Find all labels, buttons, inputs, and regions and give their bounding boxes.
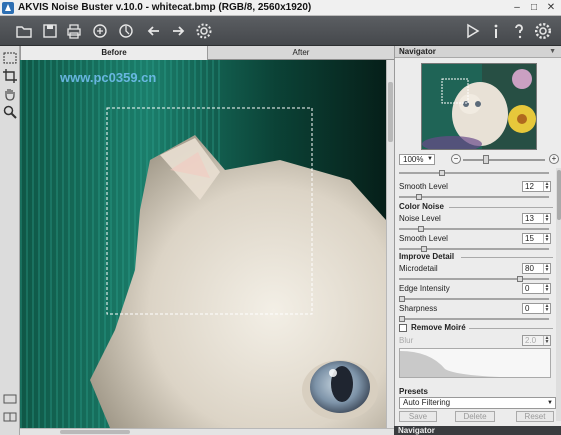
settings-scroll-area: Smooth Level 12 ▲ ▼ Color Noise Noise Leve… [395,168,556,421]
improve-detail-group: Improve Detail [399,252,553,262]
blur-field[interactable]: 2.0 ▲ ▼ [522,335,551,346]
noise-level-slider[interactable] [399,170,549,176]
batch-icon[interactable] [116,21,136,41]
image-canvas[interactable]: www.pc0359.cn [20,60,386,428]
delete-preset-button[interactable]: Delete [455,411,495,422]
print-icon[interactable] [64,21,84,41]
view-split-icon[interactable] [2,409,18,425]
edge-intensity-label: Edge Intensity [399,284,450,293]
tab-after[interactable]: After [208,46,394,60]
edge-intensity-slider[interactable] [399,296,549,302]
tab-before[interactable]: Before [20,46,208,60]
run-icon[interactable] [462,21,482,41]
minimize-button[interactable]: – [511,2,523,14]
share-icon[interactable] [90,21,110,41]
close-button[interactable]: ✕ [545,2,557,14]
sharpness-slider[interactable] [399,316,549,322]
smooth-level-label: Smooth Level [399,182,448,191]
maximize-button[interactable]: □ [528,2,540,14]
hand-tool-icon[interactable] [2,86,18,102]
bottom-panel-header: Navigator [394,426,561,435]
zoom-slider[interactable] [463,159,545,161]
presets-title: Presets [399,387,428,396]
info-icon[interactable] [486,21,506,41]
blur-label: Blur [399,336,414,345]
zoom-controls: 100% ▼ − + [399,154,559,166]
remove-moire-group: Remove Moiré [411,323,553,333]
color-smooth-level-label: Smooth Level [399,234,448,243]
save-preset-button[interactable]: Save [399,411,437,422]
smooth-level-field[interactable]: 12 ▲ ▼ [522,181,551,192]
settings-gear-icon[interactable] [194,21,214,41]
zoom-in-button[interactable]: + [549,154,559,164]
window-title: AKVIS Noise Buster v.10.0 - whitecat.bmp… [18,2,312,13]
selection-tool-icon[interactable] [2,50,18,66]
view-single-icon[interactable] [2,391,18,407]
collapse-arrow-icon[interactable]: ▼ [549,46,556,58]
panel-scrollbar[interactable] [556,168,561,421]
canvas-horizontal-scrollbar[interactable] [20,428,394,435]
zoom-tool-icon[interactable] [2,104,18,120]
reset-preset-button[interactable]: Reset [516,411,554,422]
save-icon[interactable] [40,21,60,41]
open-icon[interactable] [14,21,34,41]
watermark-text: www.pc0359.cn [59,70,156,85]
sharpness-label: Sharpness [399,304,438,313]
color-noise-group: Color Noise [399,202,553,212]
blur-curve-graph [399,348,551,378]
before-after-tabs: Before After [20,46,394,60]
settings-panel: Navigator ▼ 100% ▼ − + Smooth Level 12 ▲… [394,46,561,435]
zoom-select[interactable]: 100% ▼ [399,154,435,165]
tool-column [0,46,20,435]
crop-tool-icon[interactable] [2,68,18,84]
app-logo-icon [2,2,14,14]
undo-icon[interactable] [144,21,164,41]
zoom-slider-knob[interactable] [483,155,489,164]
smooth-level-slider[interactable] [399,194,549,200]
edge-intensity-field[interactable]: 0 ▲ ▼ [522,283,551,294]
color-noise-level-slider[interactable] [399,226,549,232]
color-smooth-level-field[interactable]: 15 ▲ ▼ [522,233,551,244]
zoom-out-button[interactable]: − [451,154,461,164]
main-toolbar [0,16,561,46]
noise-level-field[interactable]: 13 ▲ ▼ [522,213,551,224]
navigator-header: Navigator ▼ [395,46,561,58]
preferences-icon[interactable] [533,21,553,41]
redo-icon[interactable] [168,21,188,41]
microdetail-label: Microdetail [399,264,438,273]
navigator-preview[interactable] [421,63,537,150]
cat-photo: www.pc0359.cn [20,60,386,428]
remove-moire-checkbox[interactable] [399,324,407,332]
microdetail-slider[interactable] [399,276,549,282]
microdetail-field[interactable]: 80 ▲ ▼ [522,263,551,274]
presets-select[interactable]: Auto Filtering ▼ [399,397,556,409]
help-icon[interactable] [509,21,529,41]
sharpness-field[interactable]: 0 ▲ ▼ [522,303,551,314]
title-bar: AKVIS Noise Buster v.10.0 - whitecat.bmp… [0,0,561,16]
noise-level-label: Noise Level [399,214,441,223]
canvas-vertical-scrollbar[interactable] [386,60,394,428]
